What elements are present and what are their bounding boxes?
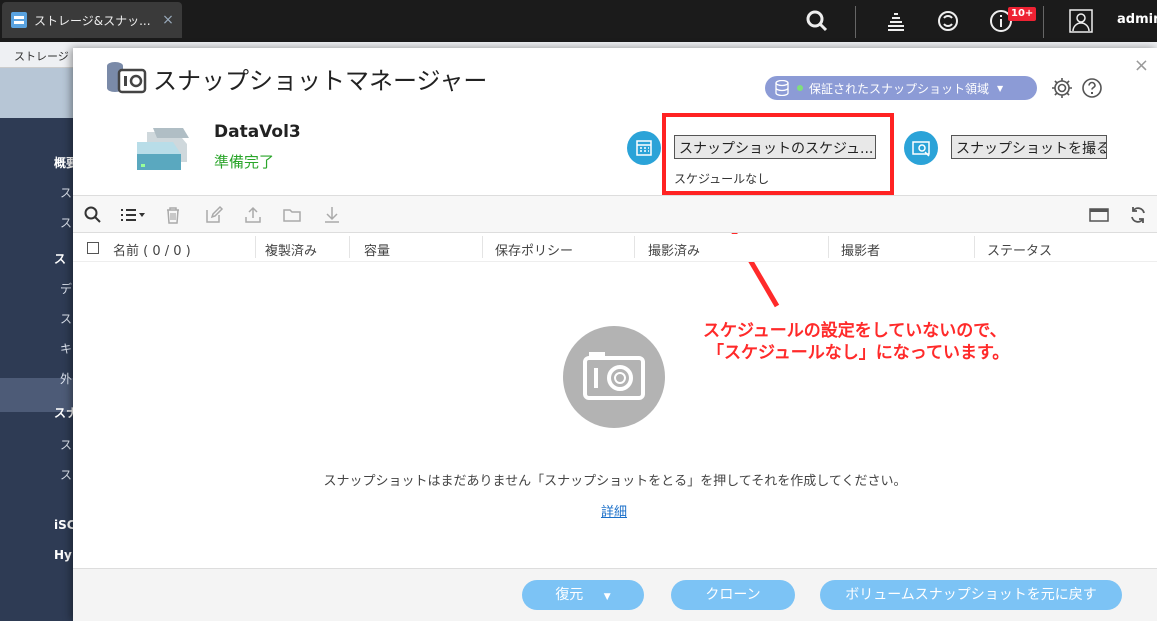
volume-name: DataVol3 (214, 122, 301, 142)
notification-badge: 10+ (1008, 7, 1037, 21)
search-icon[interactable] (804, 8, 830, 34)
highlight-box (662, 113, 894, 195)
column-header-replicated[interactable]: 複製済み (265, 240, 317, 259)
annotation-text: スケジュールの設定をしていないので、 「スケジュールなし」になっています。 (703, 320, 1009, 364)
revert-snapshot-button[interactable]: ボリュームスナップショットを元に戻す (820, 580, 1122, 610)
protected-space-label: 保証されたスナップショット領域 (809, 81, 990, 96)
clone-button[interactable]: クローン (671, 580, 795, 610)
trash-icon[interactable] (163, 205, 183, 225)
browser-topbar: ストレージ&スナッ... × 10+ admin (0, 0, 1157, 42)
select-all-checkbox[interactable] (87, 242, 99, 254)
divider (855, 6, 856, 38)
gear-icon[interactable] (1050, 76, 1074, 100)
volume-icon (137, 128, 189, 170)
status-dot (797, 85, 803, 91)
bg-sidebar: 概要 ス ス ス デ ス キ 外 スナ ス ス iSC Hy (0, 118, 80, 621)
sidebar-item[interactable]: キ (60, 340, 72, 357)
take-snapshot-button[interactable]: スナップショットを撮る (951, 135, 1107, 159)
refresh-icon[interactable] (1128, 205, 1148, 225)
column-header-taken-by[interactable]: 撮影者 (841, 240, 880, 259)
search-icon[interactable] (83, 205, 103, 225)
user-icon[interactable] (1068, 8, 1094, 34)
camera-icon (563, 326, 665, 428)
download-icon[interactable] (322, 205, 342, 225)
protected-space-dropdown[interactable]: 保証されたスナップショット領域 ▼ (765, 76, 1037, 100)
browser-tab[interactable]: ストレージ&スナッ... × (2, 2, 182, 38)
upload-icon[interactable] (243, 205, 263, 225)
snapshot-toolbar (73, 195, 1157, 233)
volume-status: 準備完了 (214, 153, 275, 171)
refresh-sync-icon[interactable] (935, 8, 961, 34)
sidebar-item[interactable]: ス (60, 310, 72, 327)
edit-icon[interactable] (204, 205, 224, 225)
sidebar-item[interactable]: デ (60, 280, 72, 297)
help-icon[interactable] (1080, 76, 1104, 100)
restore-button[interactable]: 復元 ▼ (522, 580, 644, 610)
column-header-name[interactable]: 名前 ( 0 / 0 ) (113, 240, 191, 259)
column-header-status[interactable]: ステータス (987, 240, 1052, 259)
dialog-footer: 復元 ▼ クローン ボリュームスナップショットを元に戻す (73, 568, 1157, 621)
divider (1043, 6, 1044, 38)
snapshot-manager-dialog: スナップショットマネージャー × 保証されたスナップショット領域 ▼ DataV… (73, 48, 1157, 621)
column-header-capacity[interactable]: 容量 (364, 240, 390, 259)
snapshot-manager-logo-icon (107, 62, 147, 94)
bg-app-header (0, 68, 80, 118)
column-header-retention[interactable]: 保存ポリシー (495, 240, 573, 259)
close-icon[interactable]: × (160, 12, 176, 28)
divider (482, 236, 483, 258)
divider (634, 236, 635, 258)
table-header: 名前 ( 0 / 0 ) 複製済み 容量 保存ポリシー 撮影済み 撮影者 ステー… (73, 234, 1157, 262)
details-link[interactable]: 詳細 (601, 501, 627, 520)
chevron-down-icon: ▼ (997, 83, 1004, 93)
calendar-icon[interactable] (627, 131, 661, 165)
sidebar-item[interactable]: Hy (54, 548, 72, 562)
sidebar-item[interactable]: ス (60, 214, 72, 231)
user-name[interactable]: admin (1117, 12, 1157, 27)
column-settings-icon[interactable] (1089, 205, 1109, 225)
list-view-icon[interactable] (119, 205, 147, 225)
chevron-down-icon: ▼ (603, 592, 611, 602)
sidebar-item[interactable]: ス (60, 466, 72, 483)
divider (828, 236, 829, 258)
tasks-icon[interactable] (883, 8, 909, 34)
empty-message: スナップショットはまだありません「スナップショットをとる」を押してそれを作成して… (323, 474, 907, 489)
database-icon (775, 80, 789, 96)
divider (974, 236, 975, 258)
take-snapshot-icon[interactable] (904, 131, 938, 165)
annotation-line-1: スケジュールの設定をしていないので、 (703, 321, 1007, 341)
tab-label: ストレージ&スナッ... (34, 13, 151, 28)
divider (349, 236, 350, 258)
sidebar-item[interactable]: ス (60, 436, 72, 453)
annotation-line-2: 「スケジュールなし」になっています。 (707, 343, 1010, 363)
sidebar-item[interactable]: ス (60, 184, 72, 201)
sidebar-item[interactable]: ス (54, 250, 66, 267)
dialog-title: スナップショットマネージャー (153, 67, 488, 95)
column-header-taken[interactable]: 撮影済み (648, 240, 700, 259)
storage-app-icon (11, 12, 27, 28)
sidebar-item[interactable]: 外 (60, 370, 72, 387)
divider (255, 236, 256, 258)
restore-label: 復元 (555, 587, 584, 603)
close-icon[interactable]: × (1134, 55, 1149, 76)
folder-icon[interactable] (282, 205, 302, 225)
